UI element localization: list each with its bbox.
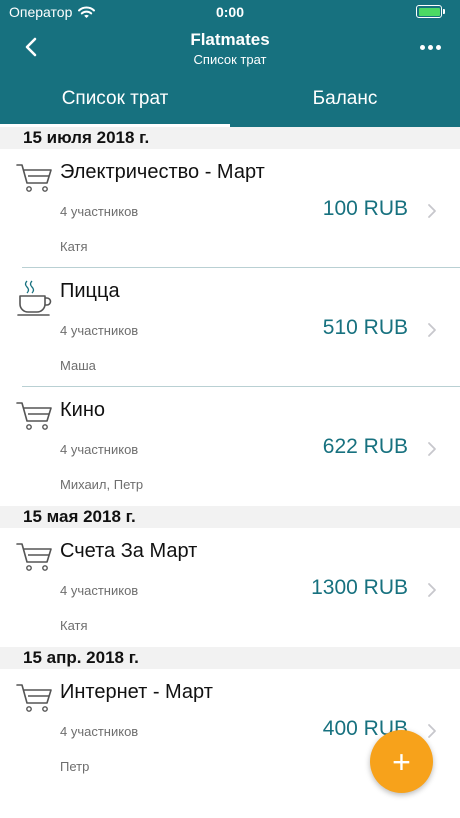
cart-icon	[15, 159, 55, 195]
expense-participants: 4 участников	[60, 583, 139, 598]
more-dot-icon	[419, 44, 425, 50]
expense-title: Электричество - Март	[60, 161, 265, 183]
app-header: Оператор 0:00 Flatmates Список трат Спис…	[0, 0, 460, 127]
expense-payer: Михаил, Петр	[60, 477, 144, 492]
section-date-header: 15 июля 2018 г.	[0, 127, 460, 149]
cart-icon	[15, 679, 55, 715]
page-title: Flatmates	[190, 30, 270, 49]
status-bar: Оператор 0:00	[0, 0, 460, 26]
expense-title: Кино	[60, 399, 105, 421]
expense-title: Счета За Март	[60, 540, 198, 562]
carrier-label: Оператор	[9, 4, 73, 20]
section-date-header: 15 мая 2018 г.	[0, 506, 460, 528]
cart-icon	[15, 538, 55, 574]
expense-participants: 4 участников	[60, 724, 139, 739]
more-dot-icon	[427, 44, 433, 50]
chevron-right-icon	[428, 442, 436, 456]
expense-row[interactable]: Электричество - Март 4 участников Катя 100 …	[0, 149, 460, 268]
tab-bar: Список трат Баланс	[0, 80, 460, 127]
expense-title: Пицца	[60, 280, 120, 302]
expense-participants: 4 участников	[60, 204, 139, 219]
expense-row[interactable]: Пицца 4 участников Маша 510 RUB	[0, 268, 460, 387]
expense-participants: 4 участников	[60, 442, 139, 457]
plus-icon: +	[392, 743, 411, 780]
expense-row[interactable]: Счета За Март 4 участников Катя 1300 RUB	[0, 528, 460, 647]
chevron-right-icon	[428, 323, 436, 337]
cart-icon	[15, 397, 55, 433]
page-subtitle: Список трат	[193, 52, 267, 67]
carrier: Оператор	[9, 4, 96, 20]
chevron-right-icon	[428, 724, 436, 738]
chevron-left-icon	[25, 37, 36, 57]
expense-amount: 510 RUB	[322, 316, 408, 339]
section-date-header: 15 апр. 2018 г.	[0, 647, 460, 669]
chevron-right-icon	[428, 583, 436, 597]
expense-amount: 100 RUB	[322, 197, 408, 220]
battery-icon	[416, 5, 445, 18]
expense-payer: Катя	[60, 239, 88, 254]
wifi-icon	[78, 6, 96, 18]
expense-payer: Катя	[60, 618, 88, 633]
tab-balance[interactable]: Баланс	[230, 80, 460, 127]
chevron-right-icon	[428, 204, 436, 218]
expense-payer: Маша	[60, 358, 96, 373]
more-options-button[interactable]	[416, 36, 444, 58]
back-button[interactable]	[18, 34, 42, 60]
expense-row[interactable]: Кино 4 участников Михаил, Петр 622 RUB	[0, 387, 460, 506]
expense-title: Интернет - Март	[60, 681, 213, 703]
tab-expenses[interactable]: Список трат	[0, 80, 230, 127]
expense-amount: 1300 RUB	[311, 576, 408, 599]
expense-list[interactable]: 15 июля 2018 г. Электричество - Март 4 уча…	[0, 127, 460, 818]
expense-amount: 622 RUB	[322, 435, 408, 458]
expense-participants: 4 участников	[60, 323, 139, 338]
nav-titles: Flatmates Список трат	[0, 30, 460, 69]
expense-payer: Петр	[60, 759, 90, 774]
add-expense-button[interactable]: +	[370, 730, 433, 793]
cup-icon	[15, 278, 55, 316]
more-dot-icon	[435, 44, 441, 50]
